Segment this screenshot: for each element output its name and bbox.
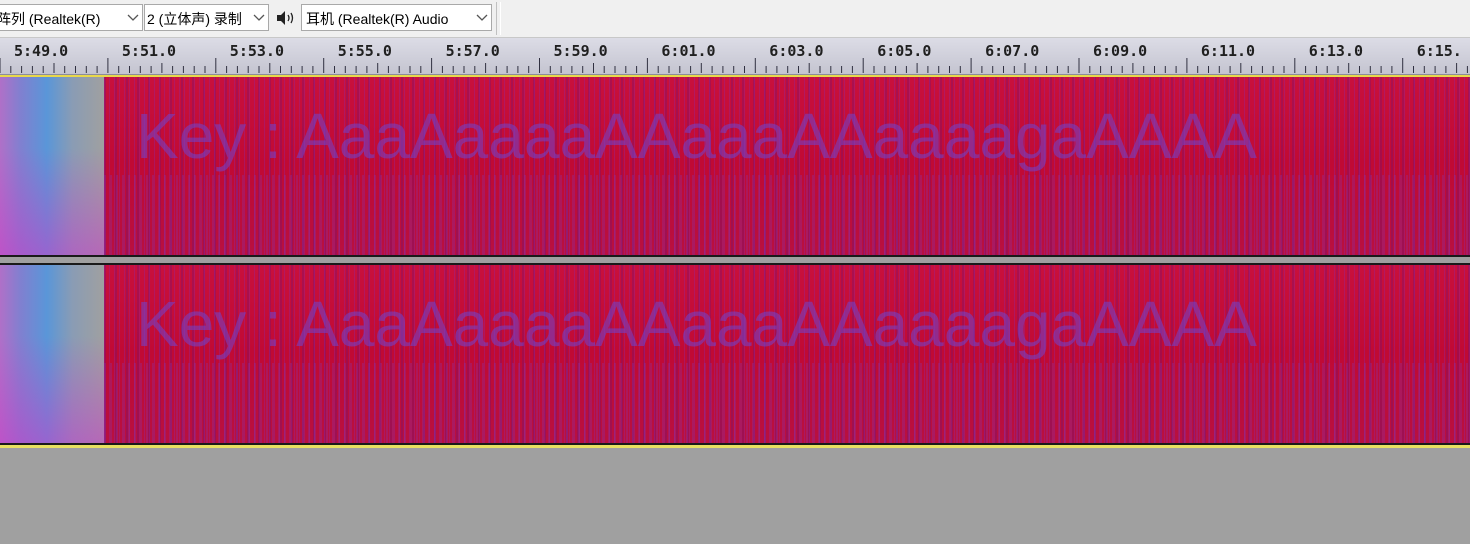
ruler-label: 6:09.0 [1093, 42, 1148, 60]
recording-channels-select[interactable]: 2 (立体声) 录制 [144, 4, 269, 31]
speaker-icon [275, 9, 297, 27]
spectrogram-hidden-text: Key : AaaAaaaaAAaaaAAaaaagaAAAA [136, 288, 1257, 360]
playback-device-select[interactable]: 耳机 (Realtek(R) Audio [301, 4, 492, 31]
ruler-label: 6:03.0 [769, 42, 824, 60]
spectrogram-channel-left[interactable]: Key : AaaAaaaaAAaaaAAaaaagaAAAA [0, 75, 1470, 257]
toolbar-separator [496, 2, 501, 35]
spectrogram-hidden-text: Key : AaaAaaaaAAaaaAAaaaagaAAAA [136, 100, 1257, 172]
track-bottom-border [0, 445, 1470, 448]
ruler-label: 5:49.0 [14, 42, 69, 60]
ruler-label: 5:51.0 [121, 42, 177, 60]
recording-device-select[interactable]: 阵列 (Realtek(R) [0, 4, 143, 31]
ruler-label: 5:55.0 [337, 42, 392, 60]
ruler-label: 6:11.0 [1200, 42, 1256, 60]
spectrogram-noise-band [104, 363, 1470, 443]
ruler-label: 5:57.0 [445, 42, 500, 60]
ruler-label: 6:05.0 [877, 42, 932, 60]
ruler-label: 6:13.0 [1308, 42, 1363, 60]
chevron-down-icon[interactable] [473, 5, 491, 30]
spectrogram-quiet-region [0, 265, 104, 443]
device-toolbar: 阵列 (Realtek(R) 2 (立体声) 录制 耳机 (Realtek(R)… [0, 0, 1470, 38]
recording-device-value: 阵列 (Realtek(R) [0, 11, 101, 27]
ruler-label: 5:59.0 [553, 42, 608, 60]
timeline-ruler[interactable]: 5:49.0 5:51.0 5:53.0 5:55.0 5:57.0 5:59.0 6:01… [0, 38, 1470, 75]
ruler-label: 6:15. [1416, 42, 1462, 60]
spectrogram-channel-right[interactable]: Key : AaaAaaaaAAaaaAAaaaagaAAAA [0, 263, 1470, 445]
spectrogram-noise-band [104, 175, 1470, 255]
playback-device-value: 耳机 (Realtek(R) Audio [306, 11, 449, 27]
ruler-label: 6:07.0 [985, 42, 1040, 60]
recording-channels-value: 2 (立体声) 录制 [147, 11, 242, 27]
chevron-down-icon[interactable] [124, 5, 142, 30]
ruler-label: 5:53.0 [229, 42, 284, 60]
spectrogram-quiet-region [0, 77, 104, 255]
chevron-down-icon[interactable] [250, 5, 268, 30]
ruler-label: 6:01.0 [661, 42, 716, 60]
